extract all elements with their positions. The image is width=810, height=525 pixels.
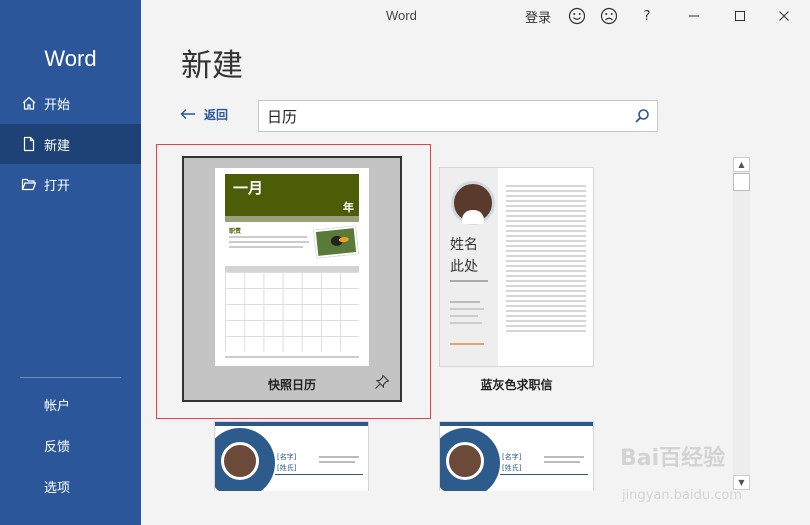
search-input[interactable] <box>259 107 627 125</box>
profile-photo <box>451 181 495 225</box>
calendar-year: 年 <box>343 201 354 214</box>
scroll-up-icon[interactable]: ▲ <box>733 157 750 172</box>
app-name: Word <box>44 46 97 71</box>
template-tile-resume-1[interactable]: [名字] [姓氏] <box>214 421 369 491</box>
template-tile-bluegray-cover-letter[interactable]: 姓名 此处 <box>439 167 594 367</box>
page-title: 新建 <box>181 48 243 84</box>
arrow-left-icon <box>180 104 196 125</box>
calendar-section-title: 职责 <box>229 228 242 235</box>
name-tag: [名字] <box>277 453 297 461</box>
sidebar-item-options[interactable]: 选项 <box>0 466 141 506</box>
search-icon[interactable] <box>627 101 657 131</box>
new-document-icon <box>20 135 38 153</box>
sidebar-item-account[interactable]: 帐户 <box>0 384 141 424</box>
sidebar-item-label: 开始 <box>44 97 71 113</box>
template-tile-snapshot-calendar[interactable]: 一月 年 职责 快照日历 <box>182 156 402 402</box>
home-icon <box>20 94 38 112</box>
calendar-month: 一月 <box>233 179 264 197</box>
surname-tag: [姓氏] <box>502 464 522 472</box>
sidebar-item-label: 新建 <box>44 138 71 154</box>
sidebar-item-open[interactable]: 打开 <box>0 164 141 204</box>
resume-name-line2: 此处 <box>450 259 478 275</box>
sidebar-item-feedback[interactable]: 反馈 <box>0 425 141 465</box>
baidu-watermark: Bai百经验 <box>620 446 726 471</box>
toucan-photo <box>313 225 359 259</box>
name-tag: [名字] <box>502 453 522 461</box>
surname-tag: [姓氏] <box>277 464 297 472</box>
smile-icon[interactable] <box>567 6 587 26</box>
maximize-icon[interactable] <box>730 6 750 26</box>
frown-icon[interactable] <box>599 6 619 26</box>
calendar-header: 一月 年 <box>225 174 359 216</box>
calendar-thumbnail: 一月 年 职责 <box>215 168 369 366</box>
sidebar-item-label: 打开 <box>44 178 71 194</box>
template-tile-resume-2[interactable]: [名字] [姓氏] <box>439 421 594 491</box>
pin-icon[interactable] <box>374 374 390 390</box>
search-box <box>258 100 658 132</box>
sidebar-divider <box>20 377 121 378</box>
profile-photo <box>446 442 484 480</box>
folder-open-icon <box>20 175 38 193</box>
back-button[interactable]: 返回 <box>180 104 228 125</box>
cover-letter-text <box>506 182 586 332</box>
calendar-subbar <box>225 216 359 222</box>
calendar-grid <box>225 272 359 352</box>
sidebar: Word 开始 新建 打开 帐户 反馈 选项 <box>0 0 141 525</box>
title-bar: Word 登录 ? <box>141 0 810 32</box>
minimize-icon[interactable] <box>684 6 704 26</box>
template-label: 快照日历 <box>267 378 316 392</box>
template-label: 蓝灰色求职信 <box>480 378 553 392</box>
back-label: 返回 <box>204 108 229 122</box>
close-icon[interactable] <box>774 6 794 26</box>
sidebar-item-new[interactable]: 新建 <box>0 124 141 164</box>
baidu-watermark-url: jingyan.baidu.com <box>622 488 742 503</box>
scroll-thumb[interactable] <box>733 173 750 191</box>
sidebar-item-home[interactable]: 开始 <box>0 83 141 123</box>
resume-name-line1: 姓名 <box>450 237 478 253</box>
help-button[interactable]: ? <box>639 6 655 26</box>
templates-scrollbar[interactable]: ▲ ▼ <box>733 157 750 490</box>
profile-photo <box>221 442 259 480</box>
login-button[interactable]: 登录 <box>525 6 551 26</box>
window-title: Word <box>386 8 417 23</box>
